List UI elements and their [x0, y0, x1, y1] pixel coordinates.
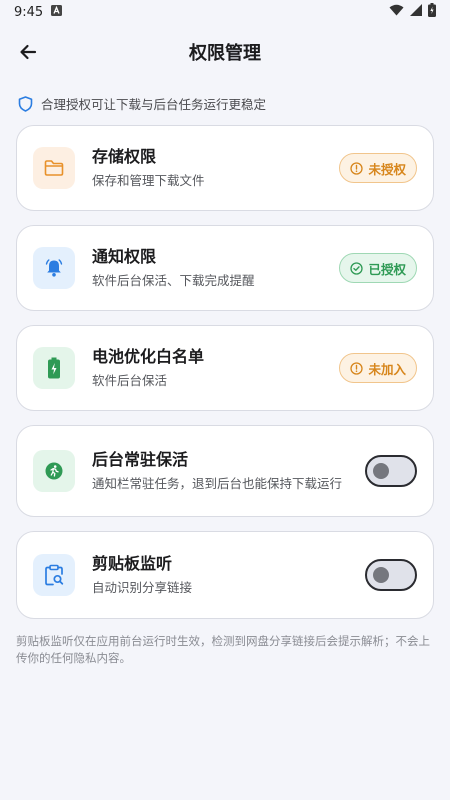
card-battery-whitelist[interactable]: 电池优化白名单 软件后台保活 未加入 [16, 325, 434, 411]
alert-circle-icon [350, 161, 364, 175]
battery-icon [48, 357, 60, 379]
card-title: 电池优化白名单 [92, 347, 205, 366]
card-background-keepalive: 后台常驻保活 通知栏常驻任务，退到后台也能保持下载运行 [16, 425, 434, 517]
wifi-icon [389, 4, 404, 20]
clipboard-search-icon [45, 564, 64, 586]
folder-icon-box [33, 147, 75, 189]
card-desc: 自动识别分享链接 [92, 580, 193, 595]
status-bar: 9:45 [0, 0, 450, 24]
arrow-left-icon [20, 44, 37, 60]
footer-note: 剪贴板监听仅在应用前台运行时生效，检测到网盘分享链接后会提示解析；不会上传你的任… [16, 634, 430, 665]
card-storage-permission[interactable]: 存储权限 保存和管理下载文件 未授权 [16, 125, 434, 211]
toggle-knob [373, 567, 389, 583]
card-clipboard-monitor: 剪贴板监听 自动识别分享链接 [16, 531, 434, 619]
signal-icon [410, 4, 422, 20]
card-title: 通知权限 [92, 247, 157, 266]
card-title: 存储权限 [92, 147, 157, 166]
status-time: 9:45 [14, 4, 44, 20]
folder-icon [44, 160, 64, 176]
card-title: 后台常驻保活 [92, 450, 189, 469]
shield-icon [18, 95, 33, 112]
page-title: 权限管理 [189, 43, 261, 64]
toggle-knob [373, 463, 389, 479]
app-bar: 权限管理 [0, 24, 450, 80]
running-icon [45, 462, 63, 480]
badge-label: 已授权 [368, 261, 406, 277]
running-icon-box [33, 450, 75, 492]
bell-icon-box [33, 247, 75, 289]
badge-label: 未加入 [368, 361, 406, 377]
battery-icon-box [33, 347, 75, 389]
clipboard-toggle[interactable] [365, 559, 417, 591]
keepalive-toggle[interactable] [365, 455, 417, 487]
status-badge[interactable]: 未授权 [339, 153, 417, 183]
status-badge[interactable]: 未加入 [339, 353, 417, 383]
card-desc: 通知栏常驻任务，退到后台也能保持下载运行 [92, 476, 343, 491]
info-notice: 合理授权可让下载与后台任务运行更稳定 [18, 94, 432, 113]
card-desc: 软件后台保活 [92, 373, 168, 388]
card-desc: 软件后台保活、下载完成提醒 [92, 273, 255, 288]
check-circle-icon [350, 261, 364, 275]
alert-circle-icon [350, 361, 364, 375]
card-desc: 保存和管理下载文件 [92, 173, 205, 188]
card-notification-permission[interactable]: 通知权限 软件后台保活、下载完成提醒 已授权 [16, 225, 434, 311]
badge-label: 未授权 [368, 161, 406, 177]
clipboard-icon-box [33, 554, 75, 596]
bell-icon [45, 259, 63, 277]
notification-a-icon [51, 4, 63, 20]
battery-status-icon [428, 3, 436, 21]
notice-text: 合理授权可让下载与后台任务运行更稳定 [41, 97, 267, 112]
status-badge[interactable]: 已授权 [339, 253, 417, 283]
card-title: 剪贴板监听 [92, 554, 173, 573]
back-button[interactable] [10, 34, 46, 70]
